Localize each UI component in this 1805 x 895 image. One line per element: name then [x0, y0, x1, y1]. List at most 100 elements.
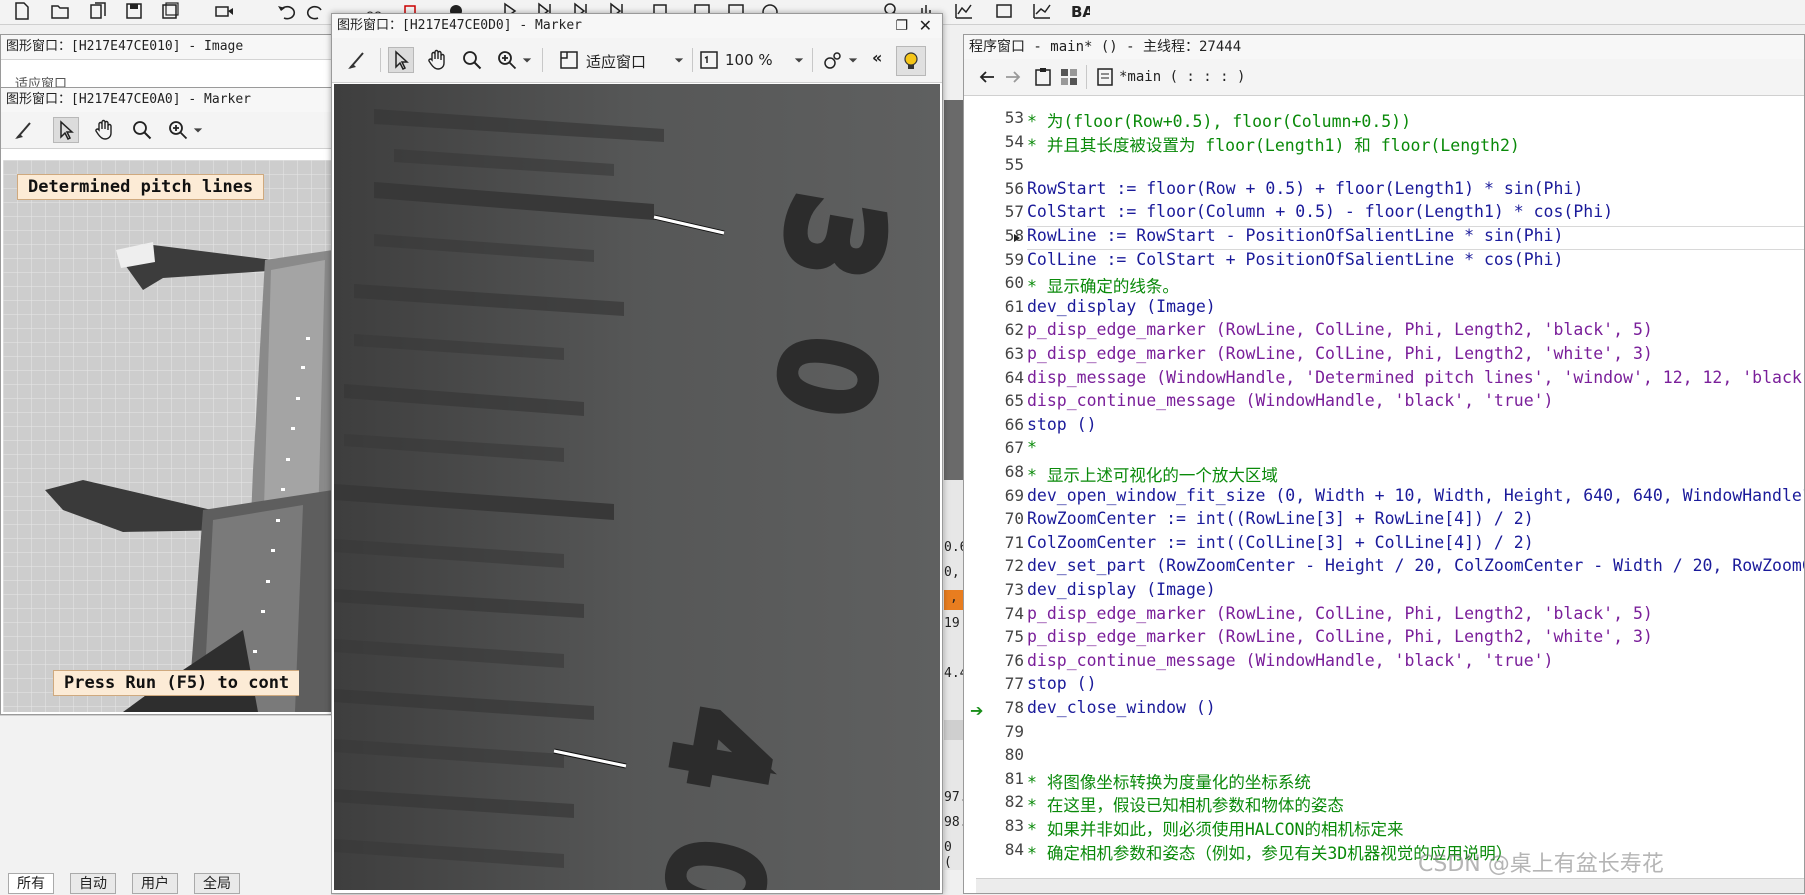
code-line[interactable]: p_disp_edge_marker (RowLine, ColLine, Ph…: [1027, 344, 1653, 363]
code-line[interactable]: ColZoomCenter := int((ColLine[3] + ColLi…: [1027, 533, 1534, 552]
line-number[interactable]: 84: [964, 840, 1024, 859]
code-line[interactable]: dev_set_part (RowZoomCenter - Height / 2…: [1027, 556, 1804, 575]
line-number[interactable]: 56: [964, 179, 1024, 198]
magnify-icon[interactable]: [459, 47, 485, 73]
code-line[interactable]: RowLine := RowStart - PositionOfSalientL…: [1027, 226, 1563, 245]
line-number[interactable]: 71: [964, 533, 1024, 552]
code-line[interactable]: p_disp_edge_marker (RowLine, ColLine, Ph…: [1027, 320, 1653, 339]
code-line[interactable]: dev_open_window_fit_size (0, Width + 10,…: [1027, 486, 1804, 505]
ocr-icon[interactable]: BA: [1070, 2, 1094, 21]
code-line[interactable]: * 在这里，假设已知相机参数和物体的姿态: [1027, 792, 1344, 816]
pointer-icon[interactable]: [53, 117, 79, 143]
line-profile-icon[interactable]: [954, 2, 974, 20]
code-line[interactable]: ColLine := ColStart + PositionOfSalientL…: [1027, 250, 1563, 269]
code-line[interactable]: RowZoomCenter := int((RowLine[3] + RowLi…: [1027, 509, 1534, 528]
line-number[interactable]: 62: [964, 320, 1024, 339]
code-line[interactable]: dev_display (Image): [1027, 580, 1216, 599]
code-line[interactable]: * 将图像坐标转换为度量化的坐标系统: [1027, 769, 1311, 793]
lightbulb-icon[interactable]: [896, 46, 926, 76]
zoom-dropdown-icon[interactable]: [191, 117, 205, 143]
code-line[interactable]: ColStart := floor(Column + 0.5) - floor(…: [1027, 202, 1613, 221]
tab-auto[interactable]: 自动: [70, 873, 116, 894]
clear-window-icon[interactable]: [344, 47, 370, 73]
line-number[interactable]: 74: [964, 604, 1024, 623]
save-all-icon[interactable]: [160, 2, 180, 20]
tab-global[interactable]: 全局: [194, 873, 240, 894]
line-number[interactable]: 80: [964, 745, 1024, 764]
line-number[interactable]: 60: [964, 273, 1024, 292]
code-line[interactable]: p_disp_edge_marker (RowLine, ColLine, Ph…: [1027, 627, 1653, 646]
line-number[interactable]: 64: [964, 368, 1024, 387]
close-icon[interactable]: ✕: [919, 16, 932, 35]
line-number[interactable]: 61: [964, 297, 1024, 316]
zoom-in-icon[interactable]: [494, 47, 520, 73]
undo-icon[interactable]: [276, 2, 296, 20]
magnify-icon[interactable]: [129, 117, 155, 143]
forward-arrow-icon[interactable]: [1000, 64, 1026, 90]
draw-mode-dropdown-icon[interactable]: [846, 47, 860, 73]
procedure-list-icon[interactable]: [1056, 64, 1082, 90]
line-number[interactable]: 53: [964, 108, 1024, 127]
code-line[interactable]: disp_continue_message (WindowHandle, 'bl…: [1027, 651, 1554, 670]
caliper-image[interactable]: Determined pitch lines Press Run (F5) to…: [3, 160, 338, 712]
line-number[interactable]: 55: [964, 155, 1024, 174]
line-number[interactable]: 65: [964, 391, 1024, 410]
save-icon[interactable]: [124, 2, 144, 20]
code-line[interactable]: *: [1027, 438, 1037, 457]
line-number[interactable]: 66: [964, 415, 1024, 434]
gray-histogram-icon[interactable]: [994, 2, 1014, 20]
line-number[interactable]: 73: [964, 580, 1024, 599]
code-line[interactable]: disp_message (WindowHandle, 'Determined …: [1027, 368, 1804, 387]
line-number[interactable]: 54: [964, 132, 1024, 151]
code-editor[interactable]: 53 * 为(floor(Row+0.5), floor(Column+0.5))…: [964, 104, 1804, 893]
code-line[interactable]: dev_close_window (): [1027, 698, 1216, 717]
zoom-in-icon[interactable]: [165, 117, 191, 143]
feature-inspection-icon[interactable]: [1032, 2, 1052, 20]
line-number[interactable]: 68: [964, 462, 1024, 481]
back-arrow-icon[interactable]: [974, 64, 1000, 90]
clear-window-icon[interactable]: [11, 117, 37, 143]
line-number[interactable]: 67: [964, 438, 1024, 457]
code-line[interactable]: disp_continue_message (WindowHandle, 'bl…: [1027, 391, 1554, 410]
line-number[interactable]: 81: [964, 769, 1024, 788]
code-line[interactable]: dev_display (Image): [1027, 297, 1216, 316]
record-icon[interactable]: [214, 2, 234, 20]
new-file-icon[interactable]: [12, 2, 32, 20]
pointer-icon[interactable]: [388, 47, 414, 73]
code-line[interactable]: p_disp_edge_marker (RowLine, ColLine, Ph…: [1027, 604, 1653, 623]
code-line[interactable]: * 为(floor(Row+0.5), floor(Column+0.5)): [1027, 108, 1411, 132]
line-number[interactable]: 70: [964, 509, 1024, 528]
restore-icon[interactable]: ❐: [895, 18, 908, 34]
line-number[interactable]: 63: [964, 344, 1024, 363]
line-number[interactable]: 69: [964, 486, 1024, 505]
code-line[interactable]: * 显示上述可视化的一个放大区域: [1027, 462, 1278, 486]
procedure-selector[interactable]: *main ( : : : ): [1119, 69, 1245, 85]
line-number[interactable]: 77: [964, 674, 1024, 693]
zoom-dropdown-icon[interactable]: [520, 47, 534, 73]
fit-window-icon[interactable]: [556, 47, 582, 73]
line-number[interactable]: 76: [964, 651, 1024, 670]
collapse-chevron-icon[interactable]: «: [872, 48, 882, 67]
line-number[interactable]: 83: [964, 816, 1024, 835]
horizontal-scrollbar[interactable]: [976, 878, 1804, 893]
redo-icon[interactable]: [306, 2, 326, 20]
zoom-value-dropdown-icon[interactable]: [792, 47, 806, 73]
fit-window-select[interactable]: 适应窗口: [586, 51, 646, 72]
line-number[interactable]: 59: [964, 250, 1024, 269]
zoomed-image[interactable]: 3 0 4 0: [334, 84, 940, 890]
line-number[interactable]: 79: [964, 722, 1024, 741]
code-line[interactable]: * 如果并非如此，则必须使用HALCON的相机标定来: [1027, 816, 1403, 840]
move-hand-icon[interactable]: [91, 117, 117, 143]
open-file-icon[interactable]: [50, 2, 70, 20]
fit-dropdown-icon[interactable]: [672, 47, 686, 73]
zoom-value-select[interactable]: 100 %: [725, 51, 773, 69]
code-line[interactable]: stop (): [1027, 415, 1097, 434]
code-line[interactable]: RowStart := floor(Row + 0.5) + floor(Len…: [1027, 179, 1583, 198]
line-number[interactable]: 82: [964, 792, 1024, 811]
line-number[interactable]: 72: [964, 556, 1024, 575]
tab-all[interactable]: 所有: [8, 873, 54, 894]
open-example-icon[interactable]: [88, 2, 108, 20]
draw-mode-icon[interactable]: [820, 47, 846, 73]
move-hand-icon[interactable]: [424, 47, 450, 73]
code-line[interactable]: * 并且其长度被设置为 floor(Length1) 和 floor(Lengt…: [1027, 132, 1520, 156]
